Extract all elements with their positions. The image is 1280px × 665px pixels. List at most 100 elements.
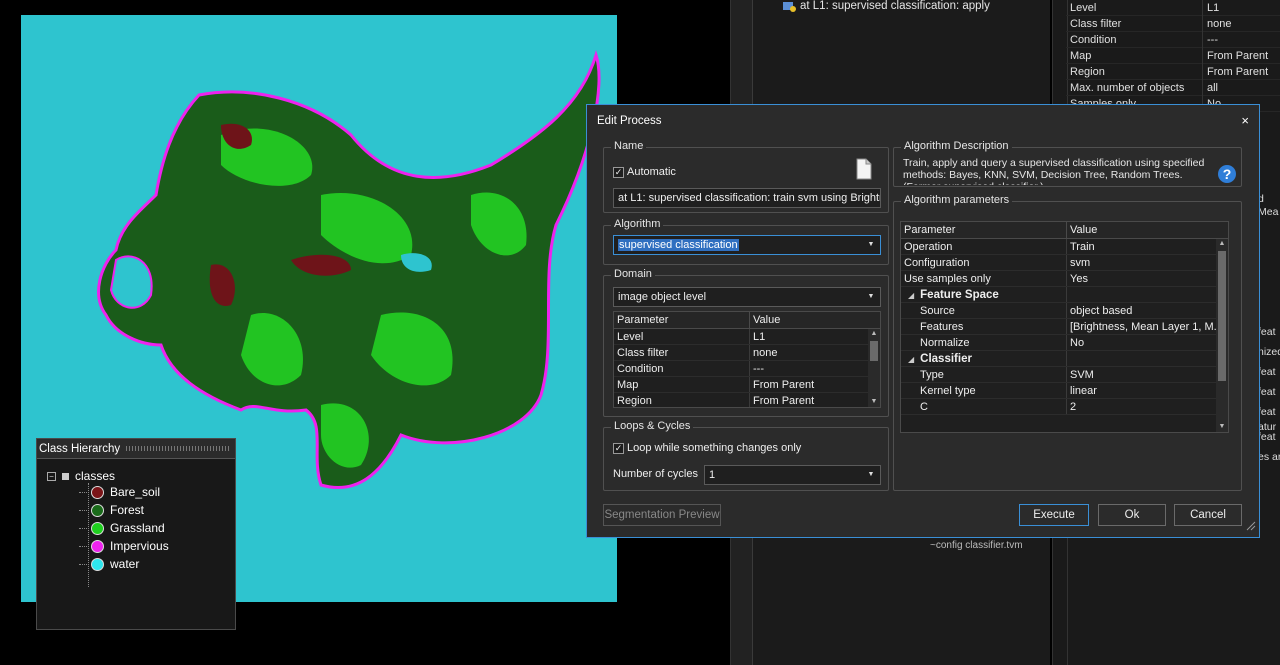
property-row[interactable]: Region From Parent — [1066, 63, 1280, 80]
parameter-value — [1067, 351, 1228, 366]
parameter-name-cell: Use samples only — [901, 271, 1067, 286]
parameter-name: Class filter — [614, 345, 750, 360]
property-row[interactable]: Class filter none — [1066, 15, 1280, 32]
algorithm-parameter-row[interactable]: Use samples only Yes — [901, 271, 1228, 287]
parameter-name-cell: ◢ Classifier — [901, 351, 1067, 366]
process-icon — [782, 0, 796, 12]
segmentation-preview-button[interactable]: Segmentation Preview — [603, 504, 721, 526]
parameter-section-row[interactable]: ◢ Feature Space — [901, 287, 1228, 303]
clipped-text: es ar — [1258, 451, 1280, 463]
chevron-down-icon: ▼ — [867, 293, 875, 300]
clipped-text: feat — [1258, 366, 1276, 378]
scroll-down-icon[interactable]: ▼ — [1216, 422, 1228, 432]
class-tree-root[interactable]: − classes — [47, 469, 115, 483]
parameter-value: SVM — [1070, 369, 1094, 381]
dialog-title: Edit Process — [597, 115, 662, 127]
property-row[interactable]: Condition --- — [1066, 31, 1280, 48]
scroll-up-icon[interactable]: ▲ — [1216, 239, 1228, 249]
parameter-value: none — [753, 347, 778, 359]
domain-parameter-row[interactable]: Level L1 — [614, 329, 880, 345]
class-item-bare-soil[interactable]: Bare_soil — [79, 485, 160, 499]
algorithm-parameter-row[interactable]: Operation Train — [901, 239, 1228, 255]
class-item-forest[interactable]: Forest — [79, 503, 144, 517]
parameter-name-cell: Type — [901, 367, 1067, 382]
algorithm-parameter-row[interactable]: Type SVM — [901, 367, 1228, 383]
ok-button[interactable]: Ok — [1098, 504, 1166, 526]
algorithm-parameter-row[interactable]: Configuration svm — [901, 255, 1228, 271]
dialog-titlebar[interactable]: Edit Process × — [587, 105, 1259, 135]
collapse-triangle-icon[interactable]: ◢ — [908, 355, 914, 364]
loop-while-checkbox[interactable]: ✓ Loop while something changes only — [613, 442, 801, 454]
parameter-value: 2 — [1070, 401, 1077, 413]
section-label: Classifier — [920, 353, 972, 365]
loop-while-label: Loop while something changes only — [627, 442, 802, 454]
cycles-select[interactable]: 1 ▼ — [704, 465, 881, 485]
help-icon[interactable]: ? — [1217, 164, 1237, 187]
class-item-impervious[interactable]: Impervious — [79, 539, 169, 553]
class-hierarchy-titlebar[interactable]: Class Hierarchy — [37, 439, 235, 459]
parameter-value: Yes — [1070, 273, 1088, 285]
parameter-grid-scrollbar[interactable]: ▲ ▼ — [1216, 239, 1228, 432]
scroll-up-icon[interactable]: ▲ — [868, 329, 880, 339]
property-key: Condition — [1070, 33, 1117, 46]
execute-button[interactable]: Execute — [1019, 504, 1089, 526]
domain-select[interactable]: image object level ▼ — [613, 287, 881, 307]
property-row[interactable]: Max. number of objects all — [1066, 79, 1280, 96]
scrollbar-thumb[interactable] — [870, 341, 878, 361]
algorithm-parameter-row[interactable]: C2 — [901, 399, 1228, 415]
parameter-value: --- — [753, 363, 764, 375]
cancel-button[interactable]: Cancel — [1174, 504, 1242, 526]
parameter-value: svm — [1070, 257, 1091, 269]
automatic-checkbox[interactable]: ✓ Automatic — [613, 166, 676, 178]
checkbox-check-icon: ✓ — [613, 166, 624, 178]
property-key: Max. number of objects — [1070, 81, 1185, 94]
class-label: Bare_soil — [110, 485, 161, 499]
property-row[interactable]: Map From Parent — [1066, 47, 1280, 64]
parameter-name: Kernel type — [920, 385, 976, 397]
parameter-name-cell: Normalize — [901, 335, 1067, 350]
parameter-name: C — [920, 401, 928, 413]
parameter-section-row[interactable]: ◢ Classifier — [901, 351, 1228, 367]
collapse-triangle-icon[interactable]: ◢ — [908, 291, 914, 300]
process-name-input[interactable]: at L1: supervised classification: train … — [613, 188, 881, 208]
algorithm-select[interactable]: supervised classification ▼ — [613, 235, 881, 255]
class-label: Impervious — [110, 539, 169, 553]
close-icon[interactable]: × — [1241, 105, 1249, 137]
domain-parameter-row[interactable]: Region From Parent — [614, 393, 880, 407]
class-label: Grassland — [110, 521, 165, 535]
algorithm-group: Algorithm supervised classification ▼ — [603, 218, 889, 265]
algorithm-parameter-row[interactable]: Features [Brightness, Mean Layer 1, M... — [901, 319, 1228, 335]
algorithm-parameter-row[interactable]: Normalize No — [901, 335, 1228, 351]
scrollbar-thumb[interactable] — [1218, 251, 1226, 381]
class-hierarchy-title: Class Hierarchy — [39, 442, 121, 455]
tree-connector — [79, 545, 89, 547]
clipped-text: feat — [1258, 326, 1276, 338]
column-header-value: Value — [1070, 224, 1098, 236]
parameter-name: Condition — [614, 361, 750, 376]
property-key: Region — [1070, 65, 1105, 78]
class-item-water[interactable]: water — [79, 557, 139, 571]
property-key: Class filter — [1070, 17, 1122, 30]
domain-parameter-row[interactable]: Map From Parent — [614, 377, 880, 393]
domain-group-label: Domain — [611, 268, 655, 280]
property-key: Level — [1070, 1, 1097, 14]
domain-grid-scrollbar[interactable]: ▲ ▼ — [868, 329, 880, 407]
algorithm-parameter-row[interactable]: Kernel type linear — [901, 383, 1228, 399]
process-tree-item[interactable]: at L1: supervised classification: apply — [782, 0, 990, 12]
domain-parameter-row[interactable]: Condition --- — [614, 361, 880, 377]
resize-grip-icon[interactable] — [1246, 521, 1256, 534]
parameter-value: Train — [1070, 241, 1095, 253]
class-label: Forest — [110, 503, 145, 517]
chevron-down-icon: ▼ — [867, 241, 875, 248]
domain-parameter-row[interactable]: Class filter none — [614, 345, 880, 361]
algorithm-parameter-row[interactable]: Source object based — [901, 303, 1228, 319]
document-icon[interactable] — [856, 158, 872, 183]
tree-connector — [79, 563, 89, 565]
automatic-label: Automatic — [627, 166, 676, 178]
scroll-down-icon[interactable]: ▼ — [868, 397, 880, 407]
collapse-icon[interactable]: − — [47, 471, 56, 481]
property-row[interactable]: Level L1 — [1066, 0, 1280, 16]
property-value: all — [1202, 79, 1280, 96]
section-label: Feature Space — [920, 289, 999, 301]
class-item-grassland[interactable]: Grassland — [79, 521, 165, 535]
